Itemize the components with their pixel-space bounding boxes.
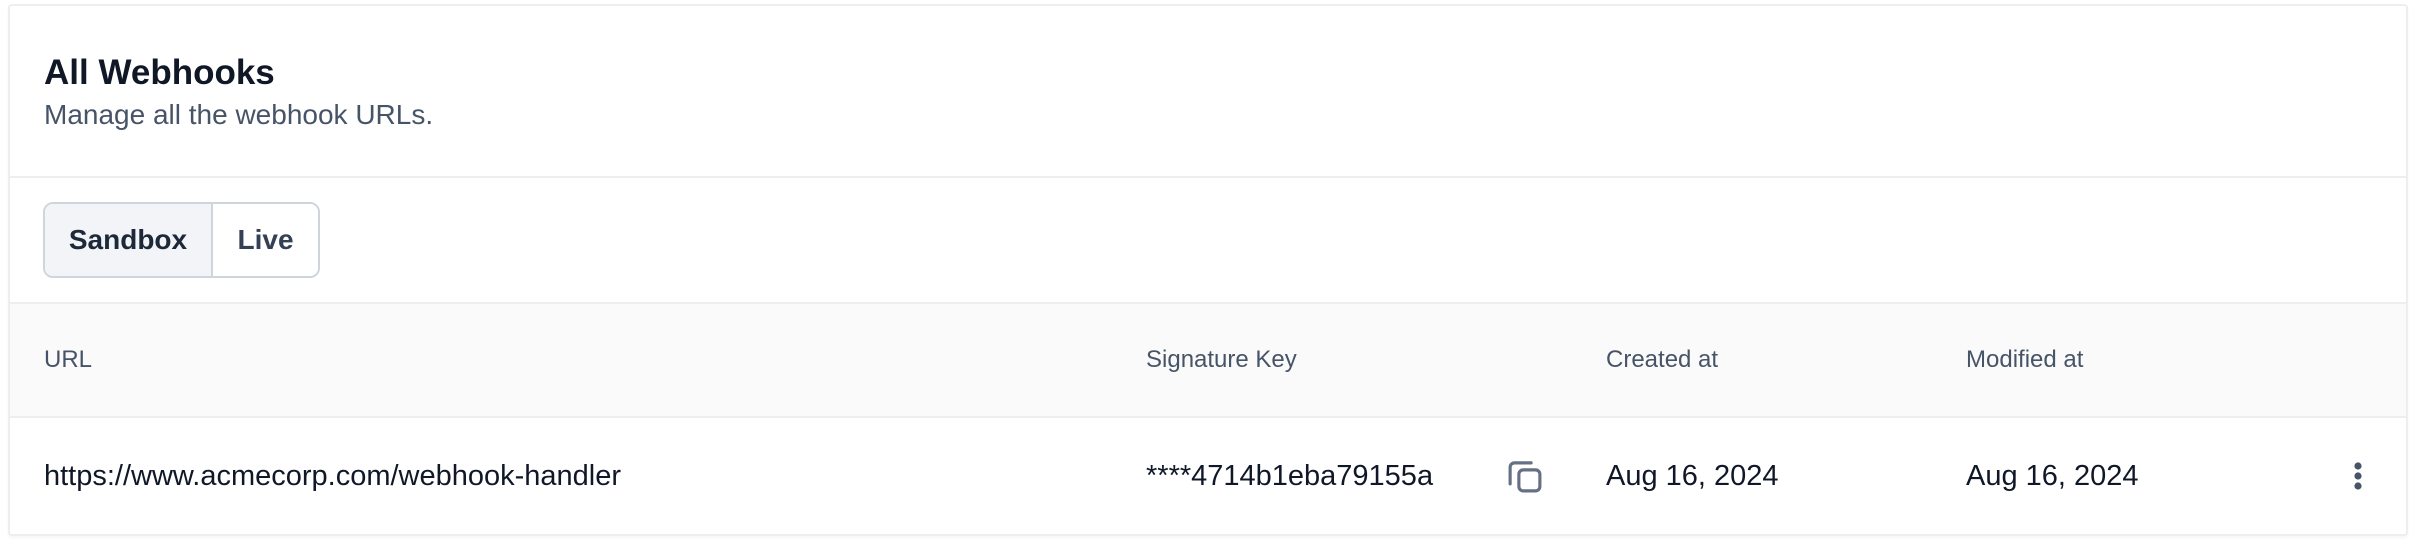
- webhooks-card: All Webhooks Manage all the webhook URLs…: [8, 4, 2408, 536]
- column-header-created-at: Created at: [1606, 346, 1719, 373]
- tab-live[interactable]: Live: [213, 204, 318, 276]
- page-subtitle: Manage all the webhook URLs.: [44, 99, 434, 130]
- row-actions-button[interactable]: [2338, 456, 2378, 496]
- environment-tabs-bar: Sandbox Live: [10, 178, 2406, 304]
- copy-signature-key-button[interactable]: [1502, 453, 1548, 499]
- signature-key-value: ****4714b1eba79155a: [1146, 459, 1434, 492]
- environment-segmented-control: Sandbox Live: [43, 202, 320, 278]
- table-header: URL Signature Key Created at Modified at: [10, 304, 2406, 418]
- table-row: https://www.acmecorp.com/webhook-handler…: [10, 418, 2406, 534]
- created-at-value: Aug 16, 2024: [1606, 459, 1779, 492]
- column-header-signature-key: Signature Key: [1146, 346, 1297, 373]
- more-vertical-icon: [2354, 462, 2362, 490]
- webhook-url: https://www.acmecorp.com/webhook-handler: [44, 459, 622, 492]
- column-header-modified-at: Modified at: [1966, 346, 2084, 373]
- page-title: All Webhooks: [44, 53, 275, 92]
- modified-at-value: Aug 16, 2024: [1966, 459, 2139, 492]
- copy-icon: [1508, 461, 1542, 493]
- tab-sandbox[interactable]: Sandbox: [45, 204, 213, 276]
- card-header: All Webhooks Manage all the webhook URLs…: [10, 6, 2406, 178]
- column-header-url: URL: [44, 346, 93, 373]
